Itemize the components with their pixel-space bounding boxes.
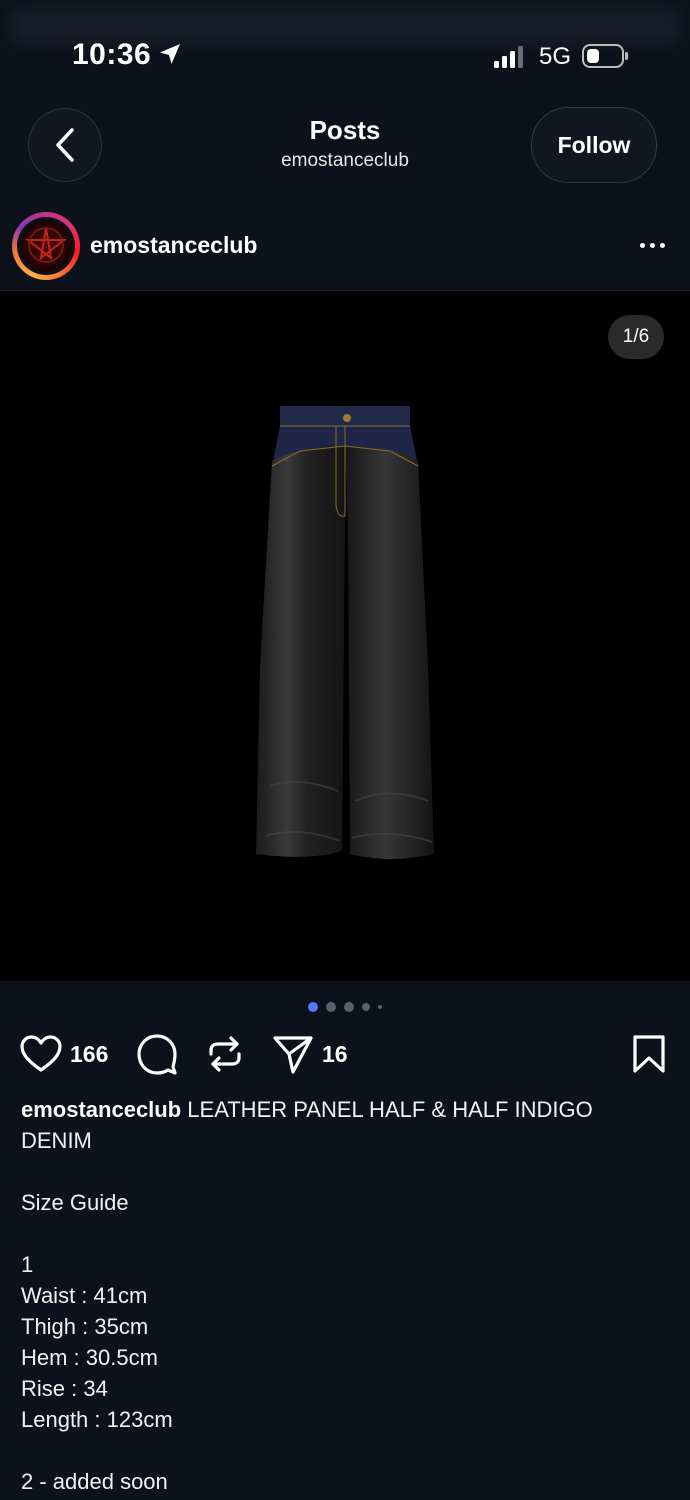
size-1-rise: Rise : 34 [21,1376,108,1401]
size-2-note: 2 - added soon [21,1469,168,1494]
media-counter: 1/6 [608,315,664,359]
post-media[interactable]: 1/6 [0,291,690,981]
avatar[interactable] [12,212,80,280]
more-dot-icon [659,242,665,248]
size-1-length: Length : 123cm [21,1407,173,1432]
post-caption: emostanceclub LEATHER PANEL HALF & HALF … [21,1094,661,1497]
carousel-dot [378,1005,382,1009]
follow-button[interactable]: Follow [531,107,657,183]
location-arrow-icon [160,44,180,64]
carousel-indicator [0,1002,690,1012]
share-count: 16 [322,1040,348,1067]
heart-icon [20,1035,62,1072]
product-image [256,406,434,859]
bookmark-icon [633,1035,665,1073]
avatar-image [20,220,72,272]
size-1-hem: Hem : 30.5cm [21,1345,158,1370]
carousel-dot [308,1002,318,1012]
status-bar: 10:36 5G [0,0,690,96]
caption-title-line: emostanceclub LEATHER PANEL HALF & HALF … [21,1094,661,1156]
comment-button[interactable] [136,1032,178,1076]
like-button[interactable]: 166 [20,1032,108,1076]
share-button[interactable]: 16 [272,1032,348,1076]
carousel-dot [326,1002,336,1012]
status-time: 10:36 [72,38,152,71]
more-options-button[interactable] [630,232,674,258]
size-1-label: 1 [21,1252,34,1277]
post-actions: 166 16 [0,1032,690,1078]
size-1-thigh: Thigh : 35cm [21,1314,149,1339]
size-guide-label: Size Guide [21,1190,129,1215]
repost-button[interactable] [205,1032,245,1076]
carousel-dot [344,1002,354,1012]
avatar-frame [17,217,75,275]
carousel-dot [362,1003,370,1011]
like-count: 166 [70,1040,109,1067]
send-icon [273,1036,313,1074]
repost-icon [209,1036,241,1072]
pentagram-icon [25,227,67,263]
post-header: emostanceclub [0,200,690,291]
more-dot-icon [639,242,645,248]
caption-username[interactable]: emostanceclub [21,1097,181,1122]
comment-icon [137,1034,177,1075]
save-button[interactable] [632,1032,666,1076]
more-dot-icon [649,242,655,248]
cellular-signal-icon [494,46,523,68]
network-label: 5G [539,43,572,70]
battery-icon [582,44,628,68]
size-1-waist: Waist : 41cm [21,1283,148,1308]
post-username[interactable]: emostanceclub [90,232,257,259]
